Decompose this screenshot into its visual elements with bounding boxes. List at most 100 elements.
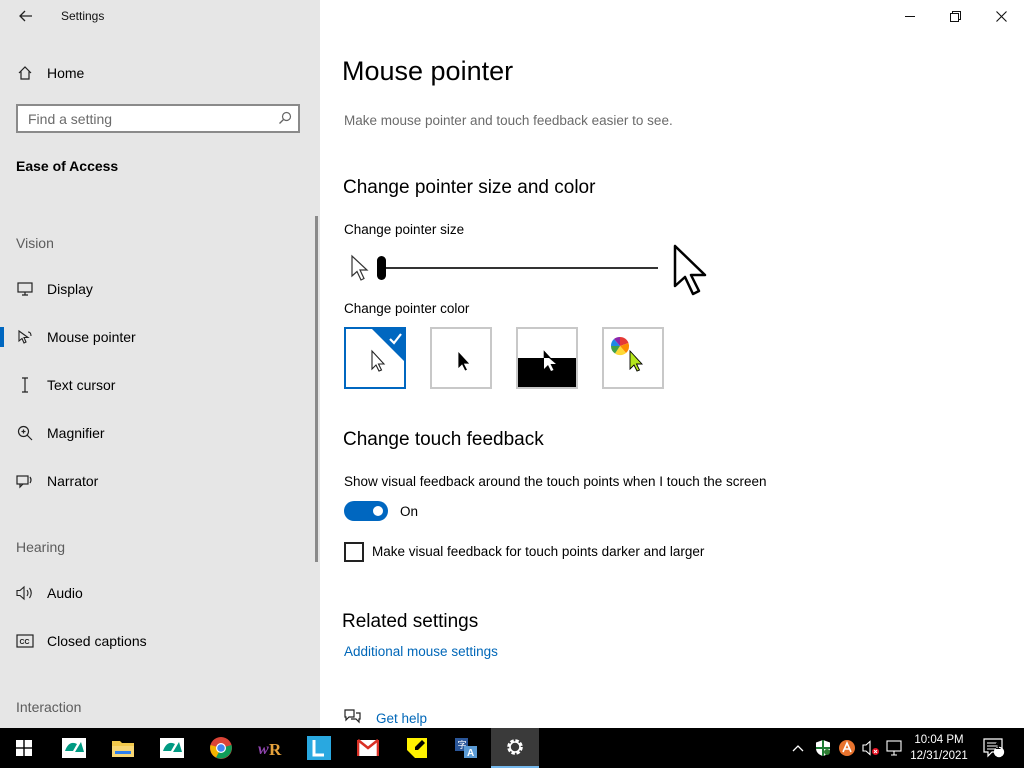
home-icon [16, 64, 34, 82]
help-icon [343, 708, 361, 729]
pointer-color-custom[interactable] [602, 327, 664, 389]
credit-agricole-icon [160, 738, 184, 758]
taskbar-app-translator[interactable]: 字A [442, 728, 490, 768]
darker-feedback-label: Make visual feedback for touch points da… [372, 544, 705, 559]
sidebar-item-text-cursor[interactable]: Text cursor [0, 363, 320, 407]
app-tray-icon [839, 740, 855, 756]
folder-icon [112, 741, 134, 757]
tray-clock[interactable]: 10:04 PM 12/31/2021 [906, 732, 972, 764]
section-label-interaction: Interaction [16, 699, 82, 715]
restore-button[interactable] [938, 0, 972, 32]
tray-overflow-chevron[interactable] [788, 728, 808, 768]
svg-text:A: A [467, 748, 474, 759]
clock-date: 12/31/2021 [910, 750, 968, 762]
speaker-icon [16, 584, 34, 602]
touch-feedback-label: Show visual feedback around the touch po… [344, 474, 767, 489]
closed-captions-icon: CC [16, 632, 34, 650]
chrome-icon [210, 737, 232, 759]
gear-icon [507, 739, 523, 755]
sidebar-item-label: Text cursor [47, 377, 116, 393]
sidebar-item-home[interactable]: Home [0, 51, 320, 95]
action-center-button[interactable]: 1 [980, 728, 1008, 768]
minimize-icon [905, 16, 915, 17]
large-pointer-icon [672, 244, 710, 301]
touch-feedback-toggle[interactable] [344, 501, 388, 521]
restore-icon [949, 10, 961, 22]
section-heading-size-color: Change pointer size and color [343, 177, 596, 198]
page-title: Mouse pointer [342, 56, 514, 86]
get-help-link[interactable]: Get help [376, 711, 427, 726]
taskbar: wR 字A 10:04 PM 12/31/2021 1 [0, 728, 1024, 768]
taskbar-app-credit-agricole[interactable] [50, 728, 98, 768]
svg-text:R: R [269, 740, 282, 759]
toggle-knob [373, 506, 383, 516]
pointer-size-track[interactable] [380, 267, 658, 269]
pointer-size-label: Change pointer size [344, 222, 465, 237]
sidebar-item-label: Mouse pointer [47, 329, 136, 345]
sidebar-item-label: Magnifier [47, 425, 105, 441]
winrar-icon: wR [258, 740, 282, 759]
magnifier-icon [16, 424, 34, 442]
sidebar-item-display[interactable]: Display [0, 267, 320, 311]
sidebar-scrollbar[interactable] [315, 216, 318, 562]
sidebar-item-label: Display [47, 281, 93, 297]
tray-app[interactable] [836, 728, 858, 768]
taskbar-app-gmail[interactable] [344, 728, 392, 768]
pointer-color-inverted[interactable] [516, 327, 578, 389]
narrator-icon [16, 472, 34, 490]
taskbar-app-credit-agricole-2[interactable] [148, 728, 196, 768]
tray-volume[interactable] [860, 728, 882, 768]
tray-network[interactable] [884, 728, 906, 768]
section-heading-related: Related settings [342, 611, 479, 632]
pointer-color-white[interactable] [344, 327, 406, 389]
section-heading-touch: Change touch feedback [343, 429, 544, 450]
clock-time: 10:04 PM [914, 734, 964, 746]
sidebar-item-label: Closed captions [47, 633, 147, 649]
tray-security[interactable] [812, 728, 834, 768]
back-arrow-icon[interactable] [16, 6, 36, 26]
taskbar-app-file-explorer[interactable] [99, 728, 147, 768]
sidebar-item-label: Audio [47, 585, 83, 601]
close-icon [995, 10, 1007, 22]
shield-icon [816, 740, 830, 756]
sticky-notes-icon [407, 738, 427, 758]
additional-mouse-settings-link[interactable]: Additional mouse settings [344, 644, 498, 659]
chevron-up-icon [792, 745, 804, 752]
category-title: Ease of Access [16, 158, 119, 174]
translator-icon: 字A [455, 738, 477, 759]
darker-feedback-checkbox[interactable] [344, 542, 364, 562]
sidebar-item-label: Narrator [47, 473, 99, 489]
libreoffice-icon [307, 736, 331, 760]
gmail-icon [357, 739, 379, 756]
minimize-button[interactable] [893, 0, 927, 32]
network-icon [886, 740, 902, 756]
toggle-state-label: On [400, 504, 419, 519]
pointer-size-thumb[interactable] [377, 256, 386, 280]
sidebar-item-label: Home [47, 65, 85, 81]
close-button[interactable] [984, 0, 1018, 32]
search-field[interactable] [16, 104, 300, 133]
window-title: Settings [61, 9, 105, 23]
taskbar-app-libreoffice[interactable] [295, 728, 343, 768]
svg-text:w: w [258, 741, 269, 758]
sidebar-item-magnifier[interactable]: Magnifier [0, 411, 320, 455]
sidebar-item-audio[interactable]: Audio [0, 571, 320, 615]
sidebar-item-mouse-pointer[interactable]: Mouse pointer [0, 315, 320, 359]
search-icon[interactable] [278, 111, 292, 130]
sidebar: Settings Home Ease of Access Vision Disp… [0, 0, 320, 728]
taskbar-app-winrar[interactable]: wR [246, 728, 294, 768]
start-button[interactable] [0, 728, 48, 768]
sidebar-item-closed-captions[interactable]: CC Closed captions [0, 619, 320, 663]
page-description: Make mouse pointer and touch feedback ea… [344, 113, 673, 128]
sidebar-item-narrator[interactable]: Narrator [0, 459, 320, 503]
taskbar-app-settings[interactable] [491, 728, 539, 768]
credit-agricole-icon [62, 738, 86, 758]
mouse-pointer-icon [16, 328, 34, 346]
windows-logo-icon [16, 740, 32, 756]
taskbar-app-chrome[interactable] [197, 728, 245, 768]
section-label-hearing: Hearing [16, 539, 66, 555]
notification-count-badge: 1 [995, 741, 1001, 752]
search-input[interactable] [18, 106, 268, 131]
pointer-color-black[interactable] [430, 327, 492, 389]
taskbar-app-sticky-notes[interactable] [393, 728, 441, 768]
